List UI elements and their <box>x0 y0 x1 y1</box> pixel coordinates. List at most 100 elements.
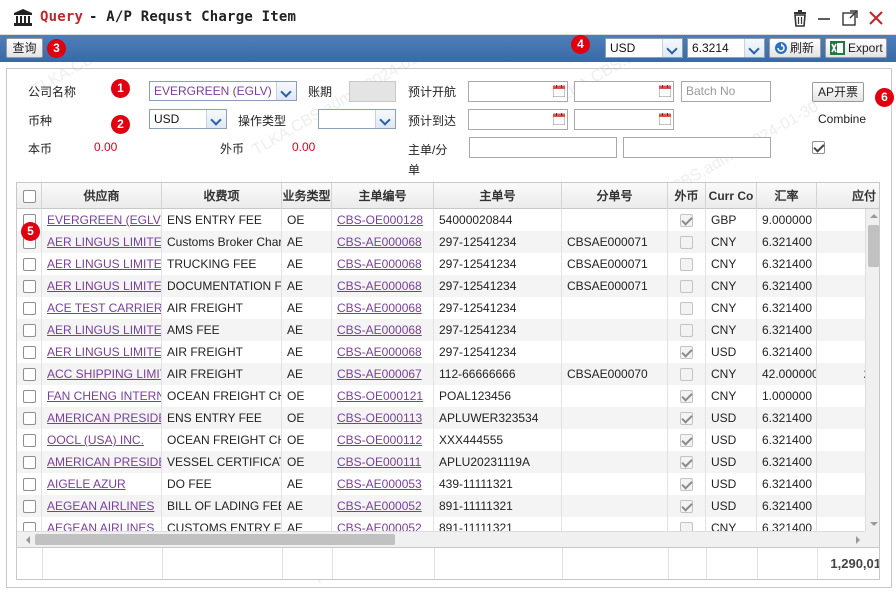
row-select-cell[interactable] <box>17 385 42 407</box>
combine-checkbox[interactable] <box>812 141 825 154</box>
etd-from-input[interactable] <box>468 109 568 130</box>
row-select-cell[interactable] <box>17 473 42 495</box>
table-row[interactable]: AEGEAN AIRLINES BILL OF LADING FEE AE CBS-A… <box>17 495 879 517</box>
vendor-link[interactable]: ACE TEST CARRIER <box>42 297 162 319</box>
row-select-cell[interactable] <box>17 297 42 319</box>
refresh-button[interactable]: 刷新 <box>769 38 821 58</box>
job-no-link[interactable]: CBS-AE000053 <box>332 473 434 495</box>
scroll-up-arrow[interactable] <box>866 209 879 223</box>
row-select-checkbox[interactable] <box>22 324 36 338</box>
close-icon[interactable] <box>867 9 885 27</box>
table-row[interactable]: AER LINGUS LIMITEDCustoms Broker ChargeA… <box>17 231 879 253</box>
table-row[interactable]: ACE TEST CARRIER AIR FREIGHT AE CBS-AE00006… <box>17 297 879 319</box>
query-button[interactable]: 查询 <box>6 38 43 58</box>
job-no-link[interactable]: CBS-OE000128 <box>332 209 434 231</box>
hbl-input[interactable] <box>623 137 771 158</box>
calendar-icon[interactable] <box>659 113 671 125</box>
chevron-down-icon[interactable] <box>276 82 296 100</box>
row-select-cell[interactable] <box>17 429 42 451</box>
calendar-icon[interactable] <box>553 113 565 125</box>
vendor-link[interactable]: OOCL (USA) INC. <box>42 429 162 451</box>
vendor-link[interactable]: AER LINGUS LIMITED <box>42 231 162 253</box>
vendor-link[interactable]: AMERICAN PRESIDENT <box>42 451 162 473</box>
ap-invoice-button[interactable]: AP开票 <box>812 82 864 102</box>
chevron-down-icon[interactable] <box>206 110 226 128</box>
currency-select[interactable]: USD <box>605 38 683 58</box>
minimize-icon[interactable] <box>815 9 833 27</box>
job-no-link[interactable]: CBS-AE000068 <box>332 231 434 253</box>
column-header[interactable]: 分单号 <box>562 183 668 209</box>
column-header[interactable]: 应付 <box>817 183 879 209</box>
horizontal-scrollbar[interactable] <box>17 531 865 547</box>
select-all-header[interactable] <box>17 183 42 209</box>
vendor-link[interactable]: AEGEAN AIRLINES <box>42 495 162 517</box>
job-no-link[interactable]: CBS-AE000068 <box>332 341 434 363</box>
row-select-checkbox[interactable] <box>22 302 36 316</box>
row-select-checkbox[interactable] <box>22 280 36 294</box>
trash-icon[interactable] <box>791 9 809 27</box>
optype-select[interactable] <box>318 109 396 129</box>
vendor-link[interactable]: ACC SHIPPING LIMITED <box>42 363 162 385</box>
period-input[interactable] <box>349 81 396 102</box>
export-button[interactable]: Export <box>825 38 887 58</box>
row-select-cell[interactable] <box>17 253 42 275</box>
column-header[interactable]: Curr Co <box>706 183 757 209</box>
row-select-cell[interactable] <box>17 275 42 297</box>
row-select-checkbox[interactable] <box>22 500 36 514</box>
mbl-input[interactable] <box>469 137 617 158</box>
table-row[interactable]: AER LINGUS LIMITED AIR FREIGHT AE CBS-AE000… <box>17 341 879 363</box>
row-select-checkbox[interactable] <box>22 412 36 426</box>
column-header[interactable]: 收费项 <box>162 183 282 209</box>
chevron-down-icon[interactable] <box>662 39 682 57</box>
table-row[interactable]: OOCL (USA) INC.OCEAN FREIGHT CHARGEOECBS… <box>17 429 879 451</box>
row-select-checkbox[interactable] <box>22 434 36 448</box>
row-select-checkbox[interactable] <box>22 346 36 360</box>
maximize-icon[interactable] <box>841 9 859 27</box>
job-no-link[interactable]: CBS-AE000068 <box>332 319 434 341</box>
table-row[interactable]: AER LINGUS LIMITED TRUCKING FEE AE CBS-AE00… <box>17 253 879 275</box>
job-no-link[interactable]: CBS-OE000111 <box>332 451 434 473</box>
select-all-checkbox[interactable] <box>22 190 36 204</box>
row-select-cell[interactable] <box>17 495 42 517</box>
table-row[interactable]: AIGELE AZUR DO FEE AE CBS-AE000053 439-11111… <box>17 473 879 495</box>
column-header[interactable]: 主单号 <box>434 183 562 209</box>
row-select-checkbox[interactable] <box>22 368 36 382</box>
job-no-link[interactable]: CBS-AE000052 <box>332 495 434 517</box>
calendar-icon[interactable] <box>659 85 671 97</box>
table-row[interactable]: AMERICAN PRESIDENTENS ENTRY FEEOECBS-OE0… <box>17 407 879 429</box>
row-select-cell[interactable] <box>17 407 42 429</box>
row-select-cell[interactable] <box>17 451 42 473</box>
vendor-link[interactable]: FAN CHENG INTERNATIONAL <box>42 385 162 407</box>
job-no-link[interactable]: CBS-AE000068 <box>332 297 434 319</box>
eta-to-input[interactable] <box>574 81 674 102</box>
table-row[interactable]: AMERICAN PRESIDENTVESSEL CERTIFICATEOECB… <box>17 451 879 473</box>
job-no-link[interactable]: CBS-AE000068 <box>332 253 434 275</box>
vendor-link[interactable]: AMERICAN PRESIDENT <box>42 407 162 429</box>
row-select-checkbox[interactable] <box>22 258 36 272</box>
form-currency-select[interactable]: USD <box>149 109 227 129</box>
row-select-cell[interactable] <box>17 341 42 363</box>
job-no-link[interactable]: CBS-OE000112 <box>332 429 434 451</box>
column-header[interactable]: 供应商 <box>42 183 162 209</box>
chevron-down-icon[interactable] <box>744 39 764 57</box>
job-no-link[interactable]: CBS-AE000068 <box>332 275 434 297</box>
etd-to-input[interactable] <box>574 109 674 130</box>
vendor-link[interactable]: EVERGREEN (EGLV) <box>42 209 162 231</box>
table-row[interactable]: FAN CHENG INTERNATIONALOCEAN FREIGHT CHA… <box>17 385 879 407</box>
job-no-link[interactable]: CBS-AE000067 <box>332 363 434 385</box>
scroll-right-arrow[interactable] <box>851 532 863 547</box>
calendar-icon[interactable] <box>553 85 565 97</box>
row-select-checkbox[interactable] <box>22 390 36 404</box>
row-select-cell[interactable] <box>17 363 42 385</box>
job-no-link[interactable]: CBS-OE000113 <box>332 407 434 429</box>
column-header[interactable]: 汇率 <box>757 183 817 209</box>
table-row[interactable]: AER LINGUS LIMITEDDOCUMENTATION FEEAECBS… <box>17 275 879 297</box>
rate-select[interactable]: 6.3214 <box>687 38 765 58</box>
scroll-left-arrow[interactable] <box>19 532 31 547</box>
table-row[interactable]: AER LINGUS LIMITED AMS FEE AE CBS-AE000068 2… <box>17 319 879 341</box>
column-header[interactable]: 主单编号 <box>332 183 434 209</box>
row-select-checkbox[interactable] <box>22 456 36 470</box>
batch-no-input[interactable]: Batch No <box>681 81 771 102</box>
column-header[interactable]: 业务类型 <box>282 183 332 209</box>
row-select-checkbox[interactable] <box>22 478 36 492</box>
